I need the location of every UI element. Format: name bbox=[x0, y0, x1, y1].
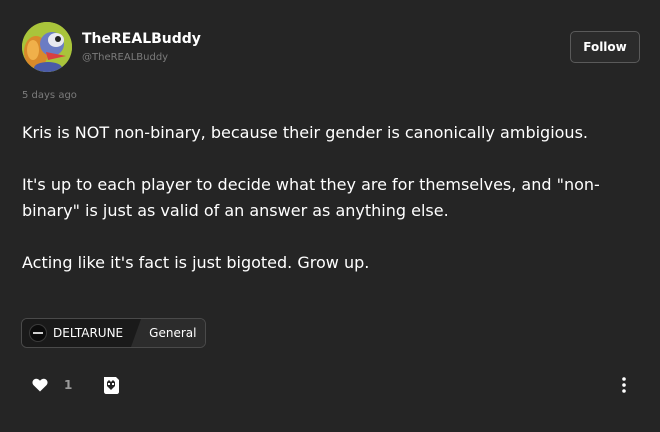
post-actions: 1 bbox=[0, 370, 660, 400]
flair-tag[interactable]: General bbox=[131, 319, 206, 347]
post-tag: DELTARUNE General bbox=[21, 318, 207, 348]
author-display-name[interactable]: TheREALBuddy bbox=[82, 31, 201, 47]
community-tag-label: DELTARUNE bbox=[53, 326, 124, 340]
post-body: Kris is NOT non-binary, because their ge… bbox=[22, 120, 642, 302]
post-timestamp: 5 days ago bbox=[22, 90, 77, 101]
heart-icon bbox=[32, 378, 48, 392]
reaction-sticker-icon bbox=[104, 377, 119, 394]
like-button[interactable] bbox=[30, 376, 50, 394]
like-count: 1 bbox=[64, 378, 73, 392]
post-paragraph: Acting like it's fact is just bigoted. G… bbox=[22, 253, 370, 272]
post-paragraph: It's up to each player to decide what th… bbox=[22, 175, 600, 220]
more-options-button[interactable] bbox=[616, 375, 632, 395]
post-paragraph: Kris is NOT non-binary, because their ge… bbox=[22, 123, 588, 142]
community-logo-icon bbox=[29, 324, 47, 342]
follow-button[interactable]: Follow bbox=[570, 31, 640, 63]
reaction-button[interactable] bbox=[101, 375, 121, 395]
author-avatar[interactable] bbox=[22, 22, 72, 72]
avatar-character-icon bbox=[22, 22, 72, 72]
author-handle: @TheREALBuddy bbox=[82, 52, 169, 63]
more-vertical-icon bbox=[622, 377, 626, 393]
community-tag[interactable]: DELTARUNE bbox=[22, 319, 142, 347]
